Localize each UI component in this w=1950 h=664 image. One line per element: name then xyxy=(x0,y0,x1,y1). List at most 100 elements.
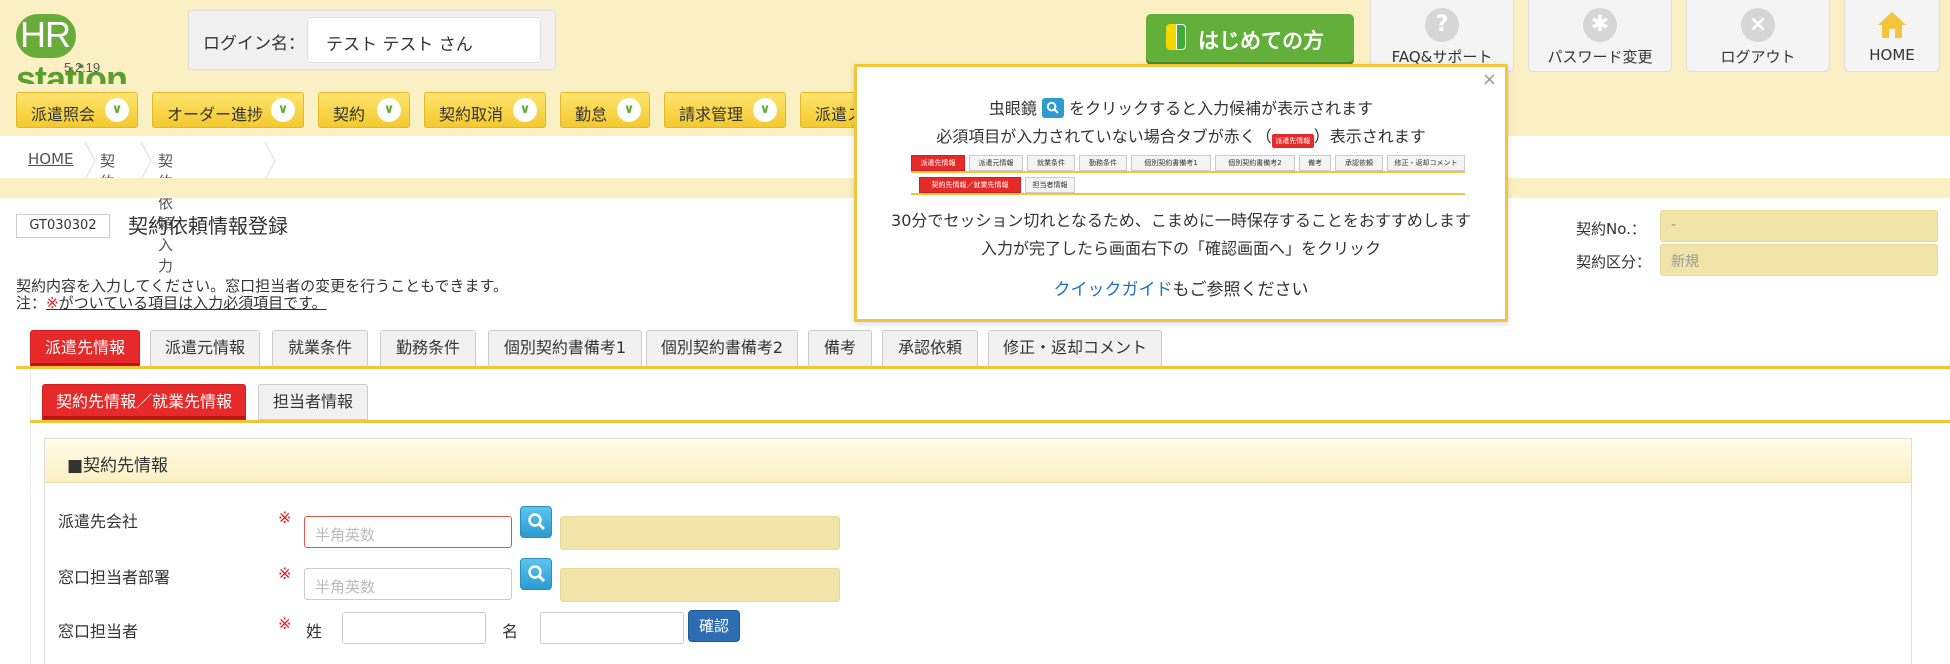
home-label: HOME xyxy=(1869,46,1915,64)
contract-type-value: 新規 xyxy=(1660,244,1938,276)
menu-item-billing[interactable]: 請求管理 ∨ xyxy=(664,92,786,128)
chevron-down-icon: ∨ xyxy=(513,98,537,122)
chevron-down-icon: ∨ xyxy=(617,98,641,122)
mini-subtab-line xyxy=(911,193,1465,195)
logout-label: ログアウト xyxy=(1720,48,1796,66)
mini-tabs-illustration: 派遣先情報 派遣元情報 就業条件 勤務条件 個別契約書備考1 個別契約書備考2 … xyxy=(911,155,1465,195)
hrstation-logo[interactable]: HRstation 5.2.19 xyxy=(16,8,166,99)
menu-label: オーダー進捗 xyxy=(167,105,264,124)
dispatch-company-search-button[interactable] xyxy=(520,506,552,538)
question-icon: ? xyxy=(1425,8,1459,42)
popup-line-1: 虫眼鏡 をクリックすると入力候補が表示されます xyxy=(857,95,1505,119)
given-name-label: 名 xyxy=(502,622,519,641)
menu-item-contract-cancel[interactable]: 契約取消 ∨ xyxy=(424,92,546,128)
surname-input[interactable] xyxy=(342,612,486,644)
breadcrumb-separator-icon xyxy=(84,142,96,180)
subtab-person-in-charge[interactable]: 担当者情報 xyxy=(258,384,368,420)
mini-tab: 就業条件 xyxy=(1027,155,1075,171)
field-label-contact-department: 窓口担当者部署 xyxy=(58,568,171,587)
mini-tab: 勤務条件 xyxy=(1079,155,1127,171)
tab-contract-notes-1[interactable]: 個別契約書備考1 xyxy=(488,330,642,366)
mini-subtab: 担当者情報 xyxy=(1025,177,1075,193)
beginner-button[interactable]: はじめての方 xyxy=(1146,14,1354,62)
menu-item-order-progress[interactable]: オーダー進捗 ∨ xyxy=(152,92,304,128)
menu-label: 派遣照会 xyxy=(31,105,96,124)
quick-guide-link[interactable]: クイックガイド xyxy=(1054,280,1173,300)
login-name: テスト テスト さん xyxy=(307,17,541,63)
faq-support-button[interactable]: ? FAQ&サポート xyxy=(1370,0,1514,72)
section-title: ■契約先情報 xyxy=(45,439,1911,483)
mini-tab-line xyxy=(911,171,1465,173)
confirm-button[interactable]: 確認 xyxy=(688,610,740,642)
mini-subtab: 契約先情報／就業先情報 xyxy=(919,177,1021,193)
red-tab-sample: 派遣先情報 xyxy=(1271,134,1314,148)
menu-item-attendance[interactable]: 勤怠 ∨ xyxy=(560,92,650,128)
given-name-input[interactable] xyxy=(540,612,684,644)
menu-item-contract[interactable]: 契約 ∨ xyxy=(318,92,410,128)
surname-label: 姓 xyxy=(306,622,323,641)
menu-label: 請求管理 xyxy=(679,105,744,124)
field-label-contact-person: 窓口担当者 xyxy=(58,622,139,641)
popup-text: をクリックすると入力候補が表示されます xyxy=(1069,99,1374,118)
contact-department-input[interactable]: 半角英数 xyxy=(304,568,512,600)
breadcrumb-home[interactable]: HOME xyxy=(28,150,74,168)
contact-department-name-display xyxy=(560,568,840,602)
popup-line-3: 30分でセッション切れとなるため、こまめに一時保存することをおすすめします xyxy=(891,211,1471,230)
page-code: GT030302 xyxy=(16,214,110,238)
tab-remarks[interactable]: 備考 xyxy=(808,330,872,366)
tab-dispatch-destination[interactable]: 派遣先情報 xyxy=(30,330,140,366)
home-icon xyxy=(1875,8,1909,42)
field-label-dispatch-company: 派遣先会社 xyxy=(58,512,139,531)
gear-icon: ✱ xyxy=(1583,8,1617,42)
contract-no-value: - xyxy=(1660,210,1938,242)
menu-item-dispatch-inquiry[interactable]: 派遣照会 ∨ xyxy=(16,92,138,128)
mini-tab: 修正・返却コメント xyxy=(1387,155,1465,171)
contract-type-label: 契約区分： xyxy=(1576,253,1652,271)
mini-tab: 派遣先情報 xyxy=(911,155,965,171)
tab-approval-request[interactable]: 承認依頼 xyxy=(882,330,978,366)
popup-line-4: 入力が完了したら画面右下の「確認画面へ」をクリック xyxy=(980,239,1381,258)
contract-section: ■契約先情報 xyxy=(44,438,1912,664)
dispatch-company-name-display xyxy=(560,516,840,550)
menu-label: 契約 xyxy=(333,105,366,124)
popup-text: もご参照ください xyxy=(1172,280,1309,300)
chevron-down-icon: ∨ xyxy=(105,98,129,122)
chevron-down-icon: ∨ xyxy=(271,98,295,122)
main-tabs: 派遣先情報 派遣元情報 就業条件 勤務条件 個別契約書備考1 個別契約書備考2 … xyxy=(16,330,1950,370)
tab-dispatch-source[interactable]: 派遣元情報 xyxy=(150,330,260,366)
popup-text: ）表示されます xyxy=(1313,127,1426,146)
tab-correction-comments[interactable]: 修正・返却コメント xyxy=(988,330,1162,366)
subtab-contract-destination[interactable]: 契約先情報／就業先情報 xyxy=(42,384,246,420)
version-label: 5.2.19 xyxy=(64,60,101,75)
breadcrumb-separator-icon xyxy=(264,142,276,180)
tab-work-terms[interactable]: 勤務条件 xyxy=(380,330,476,366)
required-note: 注：※がついている項目は入力必須項目です。 xyxy=(16,292,327,313)
search-icon xyxy=(528,513,545,530)
mini-tab: 備考 xyxy=(1299,155,1331,171)
guide-popup: × 虫眼鏡 をクリックすると入力候補が表示されます 必須項目が入力されていない場… xyxy=(854,64,1508,322)
beginner-button-label: はじめての方 xyxy=(1198,29,1324,53)
note-prefix: 注： xyxy=(16,294,47,312)
required-mark: ※ xyxy=(278,614,292,633)
breadcrumb-separator-icon xyxy=(140,142,152,180)
close-circle-icon: × xyxy=(1741,8,1775,42)
dispatch-company-input[interactable]: 半角英数 xyxy=(304,516,512,548)
mini-tab: 個別契約書備考2 xyxy=(1215,155,1295,171)
password-change-button[interactable]: ✱ パスワード変更 xyxy=(1528,0,1672,72)
popup-text: 必須項目が入力されていない場合タブが赤く（ xyxy=(936,127,1272,146)
home-button[interactable]: HOME xyxy=(1844,0,1940,72)
subtab-underline xyxy=(30,420,1950,423)
popup-line-5: クイックガイドもご参照ください xyxy=(857,275,1505,300)
mini-tab: 個別契約書備考1 xyxy=(1131,155,1211,171)
note-text: がついている項目は入力必須項目です。 xyxy=(58,294,327,312)
chevron-down-icon: ∨ xyxy=(753,98,777,122)
tab-contract-notes-2[interactable]: 個別契約書備考2 xyxy=(646,330,798,366)
contact-department-search-button[interactable] xyxy=(520,558,552,590)
tab-employment-terms[interactable]: 就業条件 xyxy=(272,330,368,366)
logo-hr: HR xyxy=(16,14,76,58)
login-box: ログイン名： テスト テスト さん xyxy=(188,10,556,70)
search-icon xyxy=(1042,98,1064,118)
contract-no-label: 契約No.： xyxy=(1576,220,1646,238)
logout-button[interactable]: × ログアウト xyxy=(1686,0,1830,72)
close-icon[interactable]: × xyxy=(1482,69,1497,90)
